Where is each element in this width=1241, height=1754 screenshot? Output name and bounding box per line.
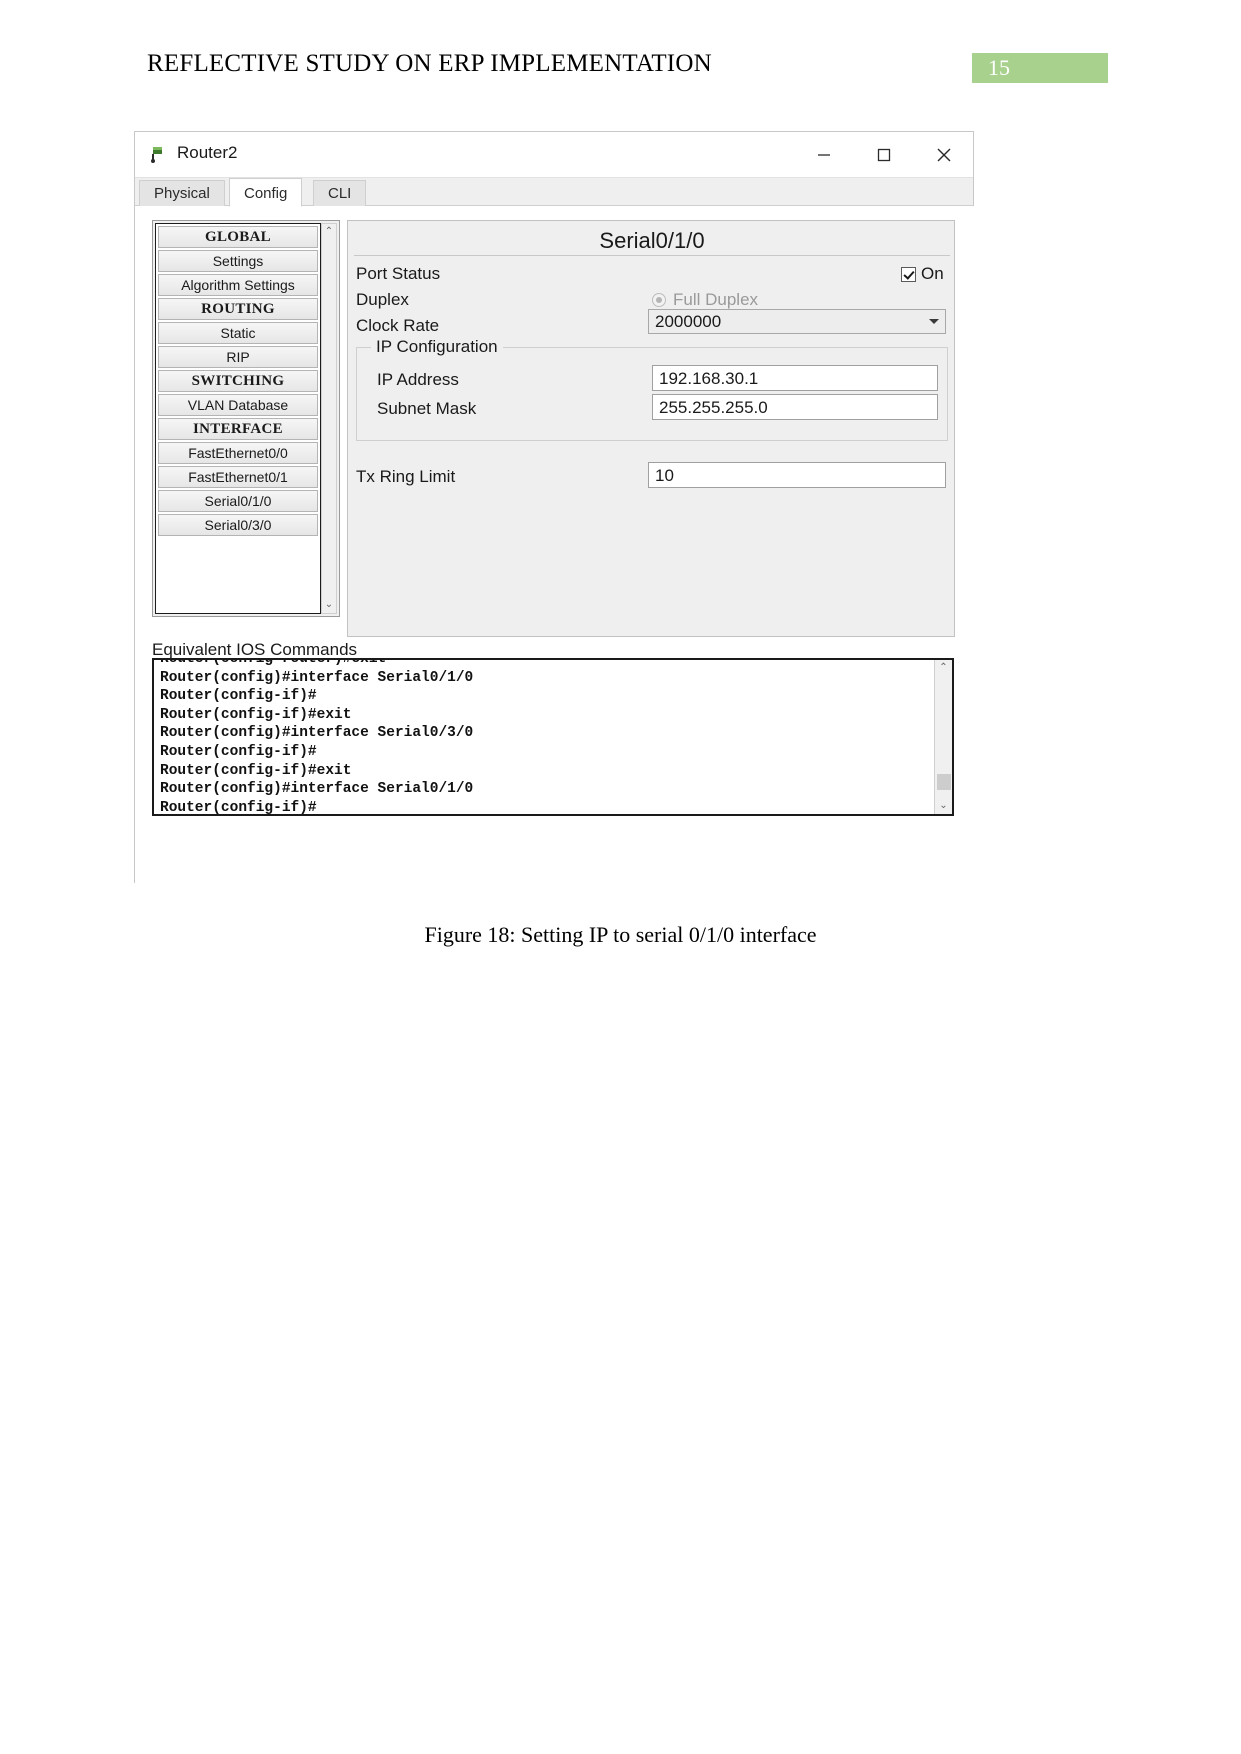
minimize-button[interactable] [801,132,847,177]
tx-ring-limit-input[interactable]: 10 [648,462,946,488]
chevron-down-icon [929,319,939,324]
sidebar-item-vlan-database[interactable]: VLAN Database [158,394,318,416]
ios-commands-console[interactable]: Router(config-router)#exit Router(config… [152,658,954,816]
port-status-label: Port Status [356,264,441,283]
subnet-mask-input[interactable]: 255.255.255.0 [652,394,938,420]
clock-rate-label: Clock Rate [356,316,440,335]
config-sidebar: GLOBAL Settings Algorithm Settings ROUTI… [152,220,340,617]
page-number-badge: 15 [972,53,1108,83]
router-config-window: Router2 Physical Config CLI GLOBAL Setti… [134,131,975,884]
sidebar-item-routing[interactable]: ROUTING [158,298,318,320]
config-tab-content: GLOBAL Settings Algorithm Settings ROUTI… [135,206,975,884]
ios-line: Router(config)#interface Serial0/1/0 [160,669,474,686]
tab-cli[interactable]: CLI [313,180,367,206]
sidebar-item-interface[interactable]: INTERFACE [158,418,318,440]
tx-ring-limit-label: Tx Ring Limit [356,467,456,486]
chevron-up-icon[interactable]: ⌃ [322,224,336,240]
chevron-up-icon[interactable]: ⌃ [935,660,952,676]
interface-config-panel: Serial0/1/0 Port Status On Duplex Full D… [347,220,955,637]
ios-line: Router(config-if)# [160,799,317,816]
ios-commands-lines: Router(config-router)#exit Router(config… [160,658,920,816]
tab-bar: Physical Config CLI [135,178,973,207]
full-duplex-label: Full Duplex [673,290,759,309]
sidebar-scrollbar[interactable]: ⌃ ⌄ [321,223,337,614]
chevron-down-icon[interactable]: ⌄ [322,597,336,613]
sidebar-item-settings[interactable]: Settings [158,250,318,272]
port-status-checkbox-row[interactable]: On [901,264,944,284]
ip-address-input[interactable]: 192.168.30.1 [652,365,938,391]
ios-line: Router(config)#interface Serial0/3/0 [160,725,474,742]
ios-line: Router(config-if)#exit [160,762,352,779]
ip-address-label: IP Address [377,370,459,389]
sidebar-item-fastethernet0-1[interactable]: FastEthernet0/1 [158,466,318,488]
sidebar-item-rip[interactable]: RIP [158,346,318,368]
chevron-down-icon[interactable]: ⌄ [935,798,952,814]
sidebar-item-serial0-1-0[interactable]: Serial0/1/0 [158,490,318,512]
ip-configuration-title: IP Configuration [371,337,503,357]
subnet-mask-label: Subnet Mask [377,399,477,418]
sidebar-item-global[interactable]: GLOBAL [158,226,318,248]
sidebar-item-static[interactable]: Static [158,322,318,344]
ios-line: Router(config-router)#exit [160,658,387,667]
ios-line: Router(config-if)#exit [160,706,352,723]
page-number: 15 [988,55,1010,80]
sidebar-item-switching[interactable]: SWITCHING [158,370,318,392]
full-duplex-radio-row[interactable]: Full Duplex [652,290,758,310]
close-button[interactable] [921,132,967,177]
config-sidebar-list: GLOBAL Settings Algorithm Settings ROUTI… [155,223,321,614]
ip-configuration-group: IP Configuration IP Address 192.168.30.1… [356,337,948,441]
panel-title: Serial0/1/0 [354,226,950,256]
maximize-button[interactable] [861,132,907,177]
ios-line: Router(config-if)# [160,688,317,705]
sidebar-item-serial0-3-0[interactable]: Serial0/3/0 [158,514,318,536]
ios-console-scrollbar[interactable]: ⌃ ⌄ [934,660,952,814]
ios-line: Router(config-if)# [160,743,317,760]
sidebar-item-fastethernet0-0[interactable]: FastEthernet0/0 [158,442,318,464]
tab-config[interactable]: Config [229,178,303,207]
scrollbar-thumb[interactable] [937,774,951,790]
document-header: REFLECTIVE STUDY ON ERP IMPLEMENTATION 1… [0,50,1241,90]
port-status-checkbox[interactable] [901,266,916,282]
window-title: Router2 [177,143,238,162]
window-titlebar: Router2 [135,132,973,178]
page-title: REFLECTIVE STUDY ON ERP IMPLEMENTATION [147,50,712,77]
duplex-label: Duplex [356,290,409,309]
router-icon [149,144,169,164]
ios-commands-title: Equivalent IOS Commands [152,640,358,659]
full-duplex-radio[interactable] [652,293,666,307]
figure-caption: Figure 18: Setting IP to serial 0/1/0 in… [424,922,817,947]
sidebar-item-algorithm-settings[interactable]: Algorithm Settings [158,274,318,296]
ios-line: Router(config)#interface Serial0/1/0 [160,781,474,798]
clock-rate-value: 2000000 [655,312,722,331]
clock-rate-dropdown[interactable]: 2000000 [648,309,946,334]
port-status-on-label: On [921,264,944,283]
tab-physical[interactable]: Physical [139,180,225,206]
